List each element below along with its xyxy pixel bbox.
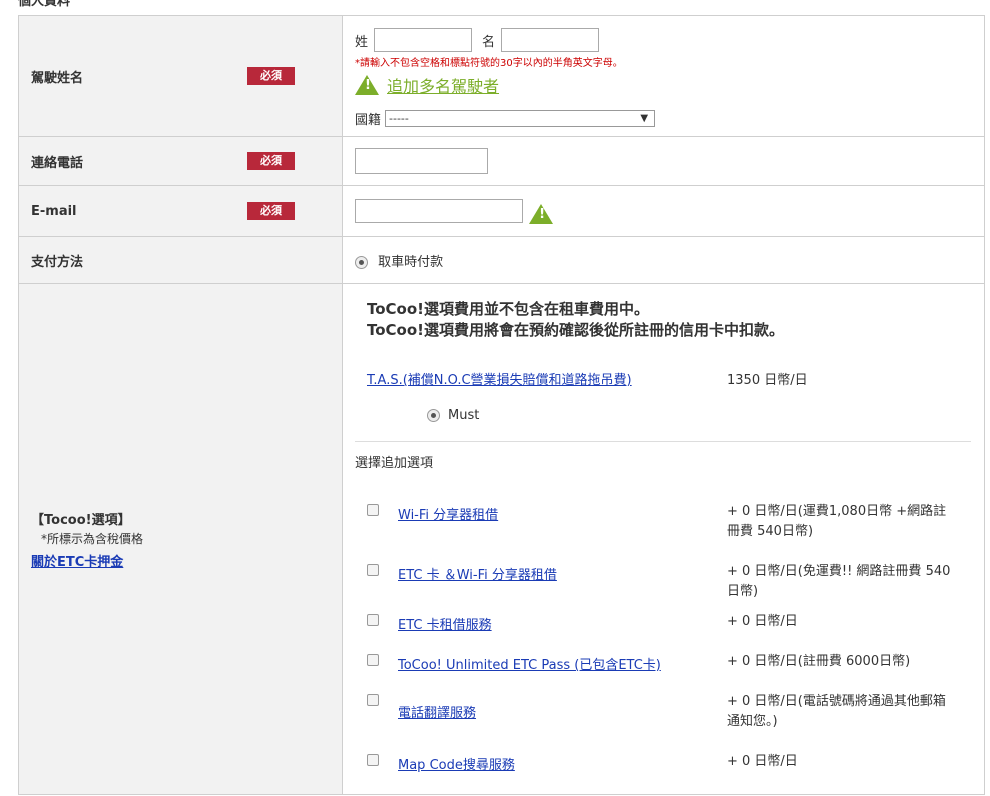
driver-name-label: 駕駛姓名	[31, 70, 84, 86]
options-cell: ToCoo!選項費用並不包含在租車費用中。 ToCoo!選項費用將會在預約確認後…	[342, 283, 985, 795]
option-price: + 0 日幣/日(電話號碼將通過其他郵箱通知您。)	[727, 694, 946, 729]
option-price: + 0 日幣/日(註冊費 6000日幣)	[727, 654, 911, 669]
surname-label: 姓	[355, 34, 369, 50]
divider	[355, 441, 971, 442]
option-row: Map Code搜尋服務 + 0 日幣/日	[355, 752, 955, 773]
options-label: 【Tocoo!選項】	[31, 512, 131, 528]
payment-cell: 取車時付款	[342, 236, 985, 284]
option-checkbox[interactable]	[367, 614, 379, 626]
option-row: ToCoo! Unlimited ETC Pass (已包含ETC卡) + 0 …	[355, 652, 955, 673]
tas-price: 1350 日幣/日	[727, 373, 808, 388]
tax-note: *所標示為含稅價格	[41, 531, 144, 546]
option-row: 電話翻譯服務 + 0 日幣/日(電話號碼將通過其他郵箱通知您。)	[355, 692, 955, 729]
etc-deposit-link[interactable]: 關於ETC卡押金	[31, 555, 123, 570]
phone-cell	[342, 136, 985, 186]
email-cell	[342, 185, 985, 237]
required-badge: 必須	[247, 152, 295, 170]
option-row: ETC 卡租借服務 + 0 日幣/日	[355, 612, 955, 633]
phone-label: 連絡電話	[31, 155, 84, 171]
option-price: + 0 日幣/日	[727, 614, 798, 629]
option-price: + 0 日幣/日(免運費!! 網路註冊費 540日幣)	[727, 564, 951, 599]
nationality-select[interactable]: ----- ▼	[385, 110, 656, 127]
email-label: E-mail	[31, 203, 77, 219]
add-driver-link[interactable]: 追加多名駕駛者	[387, 73, 499, 97]
option-price: + 0 日幣/日	[727, 754, 798, 769]
driver-name-label-cell: 駕駛姓名 必須	[18, 15, 343, 137]
given-name-input[interactable]	[501, 28, 600, 52]
personal-info-form: 駕駛姓名 必須 姓 名 *請輸入不包含空格和標點符號的30字以內的半角英文字母。…	[18, 15, 985, 795]
choose-options-label: 選擇追加選項	[355, 456, 434, 471]
tas-must-label: Must	[448, 408, 480, 423]
option-checkbox[interactable]	[367, 504, 379, 516]
required-badge: 必須	[247, 67, 295, 85]
option-price: + 0 日幣/日(運費1,080日幣 +網路註冊費 540日幣)	[727, 504, 947, 539]
options-label-cell: 【Tocoo!選項】 *所標示為含稅價格 關於ETC卡押金	[18, 283, 343, 795]
option-checkbox[interactable]	[367, 754, 379, 766]
option-link[interactable]: ETC 卡租借服務	[398, 614, 718, 633]
tas-link[interactable]: T.A.S.(補償N.O.C營業損失賠償和道路拖吊費)	[367, 369, 727, 388]
phone-input[interactable]	[355, 148, 488, 174]
email-label-cell: E-mail 必須	[18, 185, 343, 237]
options-intro-line2: ToCoo!選項費用將會在預約確認後從所註冊的信用卡中扣款。	[367, 321, 785, 339]
option-link[interactable]: Wi-Fi 分享器租借	[398, 504, 718, 523]
pay-at-pickup-radio[interactable]	[355, 255, 368, 269]
payment-label: 支付方法	[31, 254, 84, 270]
option-link[interactable]: ToCoo! Unlimited ETC Pass (已包含ETC卡)	[398, 654, 718, 673]
warning-icon	[355, 75, 379, 95]
option-row: Wi-Fi 分享器租借 + 0 日幣/日(運費1,080日幣 +網路註冊費 54…	[355, 502, 955, 539]
given-name-label: 名	[482, 34, 496, 50]
option-row: ETC 卡 ＆Wi-Fi 分享器租借 + 0 日幣/日(免運費!! 網路註冊費 …	[355, 562, 955, 599]
option-link[interactable]: 電話翻譯服務	[398, 702, 718, 721]
nationality-selected-value: -----	[389, 112, 409, 125]
payment-label-cell: 支付方法	[18, 236, 343, 284]
warning-icon	[529, 204, 554, 224]
option-checkbox[interactable]	[367, 564, 379, 576]
pay-at-pickup-label: 取車時付款	[378, 254, 444, 270]
option-link[interactable]: Map Code搜尋服務	[398, 754, 718, 773]
nationality-label: 國籍	[355, 113, 382, 128]
dropdown-arrow-icon: ▼	[640, 113, 649, 124]
options-intro-line1: ToCoo!選項費用並不包含在租車費用中。	[367, 300, 650, 318]
option-link[interactable]: ETC 卡 ＆Wi-Fi 分享器租借	[398, 564, 718, 583]
phone-label-cell: 連絡電話 必須	[18, 136, 343, 186]
option-checkbox[interactable]	[367, 694, 379, 706]
email-input[interactable]	[355, 199, 523, 223]
option-checkbox[interactable]	[367, 654, 379, 666]
section-title: 個人資料	[18, 0, 71, 9]
name-format-note: *請輸入不包含空格和標點符號的30字以內的半角英文字母。	[355, 58, 623, 69]
tas-must-radio[interactable]	[427, 409, 440, 422]
driver-name-cell: 姓 名 *請輸入不包含空格和標點符號的30字以內的半角英文字母。 追加多名駕駛者…	[342, 15, 985, 137]
required-badge: 必須	[247, 202, 295, 220]
surname-input[interactable]	[374, 28, 473, 52]
